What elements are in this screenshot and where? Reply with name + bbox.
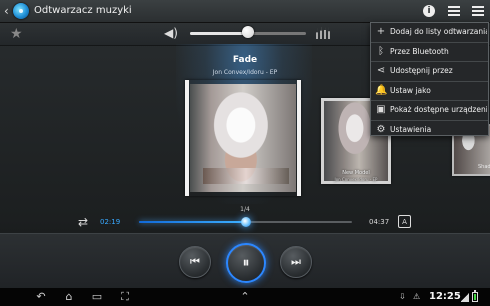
menu-item-label: Ustaw jako [390,85,431,95]
repeat-icon[interactable]: A [398,215,411,228]
bluetooth-icon: ᛒ [378,45,384,57]
far-right-album-label: Shad [478,164,490,170]
volume-slider-fill [190,32,248,35]
seek-bar-progress [139,221,246,223]
up-chevron-icon[interactable]: ⌃ [237,290,253,304]
app-title: Odtwarzacz muzyki [34,5,132,16]
track-artist-album: Jon Convex/Idoru - EP [212,69,278,76]
seek-bar-thumb[interactable] [241,217,251,227]
previous-track-button[interactable]: ⏮ [179,246,211,278]
track-duration: 04:37 [369,218,390,226]
menu-item-bluetooth[interactable]: ᛒ Przez Bluetooth [371,43,488,62]
add-to-playlist-icon: + [376,26,386,37]
menu-item-settings[interactable]: ⚙ Ustawienia [371,121,488,140]
current-album-cover[interactable] [185,80,301,196]
track-title: Fade [232,55,258,65]
usb-icon: ⇩ [399,292,406,301]
back-caret-icon[interactable]: ‹ [4,3,9,19]
menu-icon[interactable] [470,3,486,19]
shuffle-icon[interactable]: ⇄ [78,215,92,229]
info-icon[interactable]: i [421,3,437,19]
home-icon[interactable]: ⌂ [61,290,77,304]
next-track-button[interactable]: ⏭ [280,246,312,278]
menu-item-available-devices[interactable]: ▣ Pokaż dostępne urządzenia [371,101,488,121]
back-icon[interactable]: ↶ [33,290,49,304]
top-action-bar: ‹ Odtwarzacz muzyki i [0,0,490,23]
menu-item-label: Dodaj do listy odtwarzania [390,27,487,36]
menu-item-label: Udostępnij przez [390,66,453,75]
volume-icon[interactable]: ◀) [164,26,178,40]
menu-item-label: Pokaż dostępne urządzenia [390,105,487,114]
menu-item-label: Przez Bluetooth [390,46,449,56]
menu-item-share[interactable]: ⋖ Udostępnij przez [371,62,488,82]
battery-icon [472,290,478,302]
signal-icon [461,292,469,302]
volume-slider-thumb[interactable] [242,26,254,38]
devices-icon: ▣ [376,104,386,115]
playlist-icon[interactable] [446,3,462,19]
playlist-position: 1/4 [240,206,250,213]
current-time: 02:19 [100,218,121,226]
screenshot-icon[interactable]: ⛶ [117,290,133,304]
settings-icon: ⚙ [376,123,386,135]
next-album-title: New Model [342,170,370,176]
menu-item-label: Ustawienia [390,124,432,134]
set-as-icon: 🔔 [375,84,388,96]
info-icon-glyph: i [423,5,435,17]
recent-apps-icon[interactable]: ▭ [89,290,105,304]
equalizer-icon[interactable] [316,27,330,39]
overflow-menu: + Dodaj do listy odtwarzania ᛒ Przez Blu… [370,22,489,136]
next-album-subtitle: Jon Convex/Idoru - EP [334,177,378,182]
system-status-bar: ↶ ⌂ ▭ ⛶ ⌃ ⇩ ⚠ 12:25 [0,288,490,306]
pause-button[interactable]: ⏸ [226,243,266,283]
share-icon: ⋖ [376,65,386,76]
status-time: 12:25 [429,291,461,302]
playlist-lines-icon [448,6,460,16]
favorite-star-icon[interactable]: ★ [10,25,23,43]
usb-debugging-icon: ⚠ [413,292,421,301]
menu-item-add-to-playlist[interactable]: + Dodaj do listy odtwarzania [371,23,488,43]
overflow-menu-lines-icon [472,6,484,16]
menu-item-set-as[interactable]: 🔔 Ustaw jako [371,82,488,101]
music-player-screen: ‹ Odtwarzacz muzyki i ★ ◀) Fade Jon Conv… [0,0,490,306]
album-art-band [203,168,289,184]
music-app-icon[interactable] [13,3,29,19]
battery-level-fill [474,294,476,300]
